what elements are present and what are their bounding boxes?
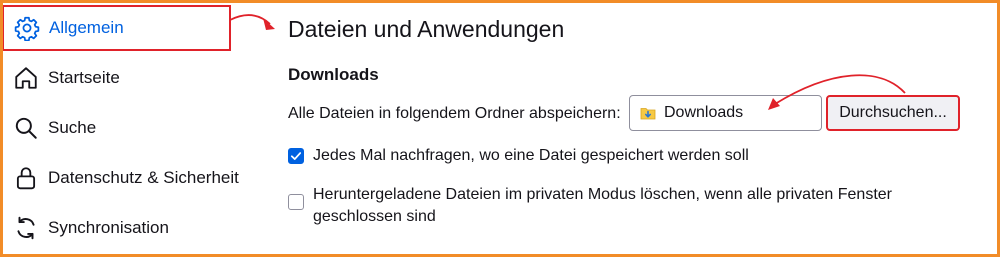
delete-private-downloads-row: Heruntergeladene Dateien im privaten Mod… xyxy=(288,184,978,228)
section-title-downloads: Downloads xyxy=(288,65,379,84)
page-title: Dateien und Anwendungen xyxy=(288,16,565,42)
sidebar-item-synchronisation[interactable]: Synchronisation xyxy=(3,206,235,250)
sidebar: Allgemein Startseite Suche Datenschutz &… xyxy=(2,3,243,254)
sidebar-item-label: Allgemein xyxy=(49,18,124,37)
lock-icon xyxy=(13,165,39,191)
checkmark-icon xyxy=(290,152,302,160)
ask-location-label: Jedes Mal nachfragen, wo eine Datei gesp… xyxy=(313,147,749,164)
sidebar-item-label: Suche xyxy=(48,118,97,137)
downloads-folder-icon xyxy=(640,108,656,120)
main-content: Dateien und Anwendungen Downloads Alle D… xyxy=(288,0,990,257)
annotation-arrowhead-title xyxy=(263,18,275,30)
sidebar-item-label: Datenschutz & Sicherheit xyxy=(48,168,239,187)
sidebar-item-datenschutz[interactable]: Datenschutz & Sicherheit xyxy=(3,156,239,200)
save-location-label: Alle Dateien in folgendem Ordner abspeic… xyxy=(288,105,621,122)
sidebar-item-label: Startseite xyxy=(48,68,120,87)
sidebar-item-startseite[interactable]: Startseite xyxy=(3,56,235,100)
download-folder-value: Downloads xyxy=(664,104,744,121)
sidebar-item-label: Synchronisation xyxy=(48,218,169,237)
search-icon xyxy=(13,115,39,141)
sync-icon xyxy=(13,215,39,241)
gear-icon xyxy=(14,15,40,41)
delete-private-downloads-label: Heruntergeladene Dateien im privaten Mod… xyxy=(313,186,892,225)
delete-private-downloads-checkbox[interactable] xyxy=(288,194,304,210)
browse-button[interactable]: Durchsuchen... xyxy=(826,95,960,131)
ask-location-row: Jedes Mal nachfragen, wo eine Datei gesp… xyxy=(288,145,749,167)
download-folder-field[interactable]: Downloads xyxy=(629,95,822,131)
home-icon xyxy=(13,65,39,91)
sidebar-item-suche[interactable]: Suche xyxy=(3,106,235,150)
ask-location-checkbox[interactable] xyxy=(288,148,304,164)
sidebar-item-allgemein[interactable]: Allgemein xyxy=(2,5,231,51)
